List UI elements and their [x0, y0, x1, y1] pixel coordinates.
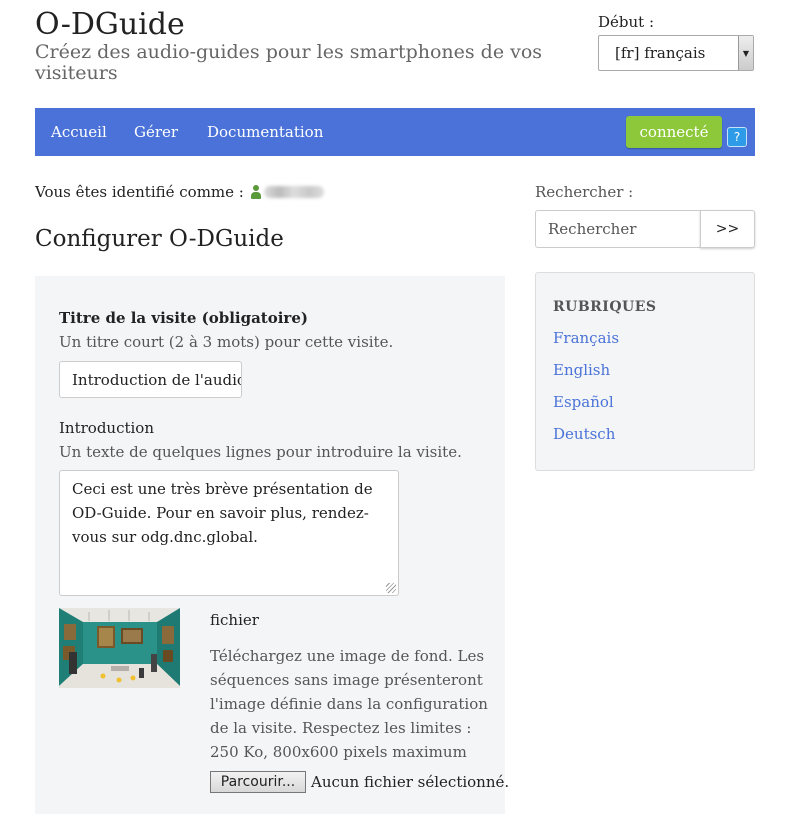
rubrique-link-english[interactable]: English — [553, 361, 610, 379]
intro-field-help: Un texte de quelques lignes pour introdu… — [59, 443, 462, 461]
chevron-down-icon[interactable]: ▼ — [738, 36, 753, 70]
user-icon — [250, 185, 262, 199]
main-navbar: Accueil Gérer Documentation connecté ? — [35, 108, 755, 156]
resize-grip-icon[interactable] — [386, 583, 396, 593]
language-select-value: [fr] français — [615, 44, 706, 62]
background-image-thumbnail — [59, 608, 180, 688]
nav-item-accueil[interactable]: Accueil — [51, 123, 107, 141]
title-field-label: Titre de la visite (obligatoire) — [59, 309, 308, 327]
language-select[interactable]: [fr] français ▼ — [598, 35, 754, 71]
rubrique-link-francais[interactable]: Français — [553, 329, 619, 347]
nav-item-documentation[interactable]: Documentation — [207, 123, 323, 141]
intro-textarea[interactable]: Ceci est une très brève présentation de … — [59, 470, 399, 596]
connected-button[interactable]: connecté — [626, 116, 722, 148]
search-input[interactable]: Rechercher — [535, 210, 702, 248]
identified-label: Vous êtes identifié comme : — [35, 183, 244, 201]
file-field-help: Téléchargez une image de fond. Les séque… — [210, 647, 488, 761]
rubrique-link-espanol[interactable]: Español — [553, 393, 614, 411]
intro-field-label: Introduction — [59, 419, 154, 437]
page-title: Configurer O-DGuide — [35, 226, 284, 252]
help-icon[interactable]: ? — [727, 127, 747, 147]
username-redacted[interactable] — [263, 186, 324, 198]
search-button[interactable]: >> — [700, 210, 755, 248]
nav-item-gerer[interactable]: Gérer — [134, 123, 178, 141]
no-file-selected-label: Aucun fichier sélectionné. — [311, 773, 510, 791]
file-field-label: fichier — [210, 611, 259, 629]
site-subtitle: Créez des audio-guides pour les smartpho… — [35, 41, 543, 84]
rubrique-link-deutsch[interactable]: Deutsch — [553, 425, 615, 443]
intro-textarea-value: Ceci est une très brève présentation de … — [72, 480, 373, 546]
rubriques-title: RUBRIQUES — [553, 299, 657, 315]
title-field-help: Un titre court (2 à 3 mots) pour cette v… — [59, 333, 394, 351]
search-label: Rechercher : — [535, 183, 634, 201]
language-label: Début : — [598, 13, 655, 31]
rubriques-box: RUBRIQUES Français English Español Deuts… — [535, 272, 755, 471]
browse-button[interactable]: Parcourir... — [210, 771, 306, 793]
visit-title-input[interactable]: Introduction de l'audio — [59, 361, 242, 398]
site-title[interactable]: O-DGuide — [35, 8, 185, 42]
user-identification: Vous êtes identifié comme : — [35, 183, 324, 201]
